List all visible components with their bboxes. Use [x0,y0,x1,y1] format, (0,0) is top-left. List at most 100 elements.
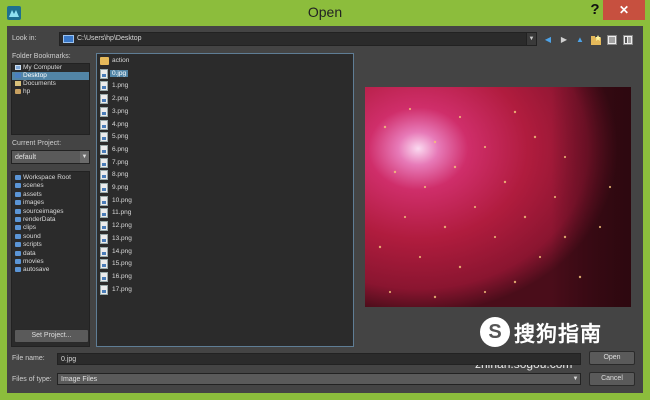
file-item[interactable]: 10.png [97,195,137,207]
project-folder-item[interactable]: assets [12,191,89,199]
chevron-down-icon[interactable]: ▼ [80,151,89,163]
folder-label: data [23,249,36,257]
file-name-label: 11.png [112,209,132,217]
folder-icon [15,267,21,273]
file-name-label: 9.png [112,184,129,191]
project-folder-item[interactable]: sourceimages [12,208,89,216]
look-in-label: Look in: [12,35,37,42]
file-list[interactable]: action 0.jpg 1.png 2.png 3.png 4.png 5.p… [96,53,354,347]
set-project-button[interactable]: Set Project... [14,329,89,343]
file-name-input[interactable]: 0.jpg [57,353,581,365]
computer-icon [15,65,21,70]
folder-label: clips [23,224,37,232]
file-item[interactable]: 17.png [97,284,137,296]
folder-label: renderData [23,215,56,223]
file-name-label: 2.png [112,95,129,103]
folder-label: movies [23,257,44,265]
look-in-dropdown[interactable]: C:\Users\hp\Desktop ▼ [59,32,537,46]
file-item[interactable]: 3.png [97,106,137,118]
chevron-down-icon[interactable]: ▼ [526,33,536,45]
current-project-dropdown[interactable]: default ▼ [11,150,90,164]
look-in-value: C:\Users\hp\Desktop [77,35,142,42]
image-file-icon [100,208,108,219]
file-item[interactable]: 16.png [97,271,137,283]
dialog-body: Look in: C:\Users\hp\Desktop ▼ ◀ ▶ ▲ Fol… [7,26,643,393]
project-folder-item[interactable]: Workspace Root [12,174,89,182]
file-type-dropdown[interactable]: Image Files ▼ [57,373,581,385]
file-item[interactable]: 11.png [97,207,137,219]
chevron-down-icon[interactable]: ▼ [571,374,580,384]
folder-icon [15,242,21,248]
bookmark-my-computer[interactable]: My Computer [12,64,89,72]
title-bar[interactable]: Open ? ✕ [0,0,650,26]
project-folder-item[interactable]: autosave [12,266,89,274]
file-item[interactable]: 1.png [97,80,137,92]
project-folder-item[interactable]: data [12,250,89,258]
file-item[interactable]: 4.png [97,119,137,131]
project-folders-list[interactable]: Workspace Root scenes assets images sour… [11,171,90,347]
file-name-label: 5.png [112,133,129,141]
bookmark-desktop[interactable]: Desktop [12,72,89,80]
file-name-label: 7.png [112,158,129,166]
open-button[interactable]: Open [589,351,635,365]
file-name-label: 15.png [112,260,132,268]
file-item[interactable]: 5.png [97,131,137,143]
list-view-icon[interactable] [607,35,617,45]
folder-icon [15,258,21,264]
file-item[interactable]: 0.jpg [97,68,137,80]
folder-item-action[interactable]: action [97,55,137,67]
file-item[interactable]: 2.png [97,93,137,105]
cancel-button[interactable]: Cancel [589,372,635,386]
image-file-icon [100,132,108,143]
help-button[interactable]: ? [585,1,605,21]
file-name-label: 10.png [112,196,132,204]
file-name-label: File name: [12,355,45,362]
file-item[interactable]: 8.png [97,169,137,181]
folder-label: sourceimages [23,207,64,215]
project-folder-item[interactable]: renderData [12,216,89,224]
file-item[interactable]: 6.png [97,144,137,156]
file-item[interactable]: 9.png [97,182,137,194]
project-folder-item[interactable]: clips [12,224,89,232]
folder-icon [15,216,21,222]
bookmark-hp[interactable]: hp [12,88,89,96]
project-folder-item[interactable]: scripts [12,241,89,249]
project-folder-item[interactable]: scenes [12,182,89,190]
forward-arrow-icon[interactable]: ▶ [559,35,569,45]
image-file-icon [100,284,108,295]
new-folder-icon[interactable] [591,35,601,45]
detail-view-icon[interactable] [623,35,633,45]
folder-bookmarks-label: Folder Bookmarks: [12,53,71,60]
file-name-label: 3.png [112,107,129,115]
bookmark-documents[interactable]: Documents [12,80,89,88]
up-folder-icon[interactable]: ▲ [575,35,585,45]
file-item[interactable]: 7.png [97,157,137,169]
image-preview [365,87,631,307]
dialog-title: Open [307,4,343,20]
file-item[interactable]: 13.png [97,233,137,245]
back-arrow-icon[interactable]: ◀ [543,35,553,45]
image-file-icon [100,259,108,270]
file-name-value: 0.jpg [61,356,77,363]
folder-bookmarks-list[interactable]: My Computer Desktop Documents hp [11,63,90,135]
file-name-label: 1.png [112,82,129,90]
bookmark-label: My Computer [23,64,63,71]
folder-icon [15,225,21,231]
current-project-label: Current Project: [12,140,62,147]
image-file-icon [100,271,108,282]
bookmark-label: Desktop [23,72,47,79]
project-folder-item[interactable]: images [12,199,89,207]
folder-label: scenes [23,182,44,190]
file-type-label: Files of type: [12,376,52,383]
image-file-icon [100,221,108,232]
close-button[interactable]: ✕ [603,0,645,20]
image-file-icon [100,81,108,92]
project-folder-item[interactable]: movies [12,258,89,266]
file-item[interactable]: 14.png [97,246,137,258]
file-item[interactable]: 12.png [97,220,137,232]
file-name-label: 16.png [112,272,132,280]
image-file-icon [100,246,108,257]
file-item[interactable]: 15.png [97,258,137,270]
folder-label: assets [23,190,42,198]
project-folder-item[interactable]: sound [12,233,89,241]
